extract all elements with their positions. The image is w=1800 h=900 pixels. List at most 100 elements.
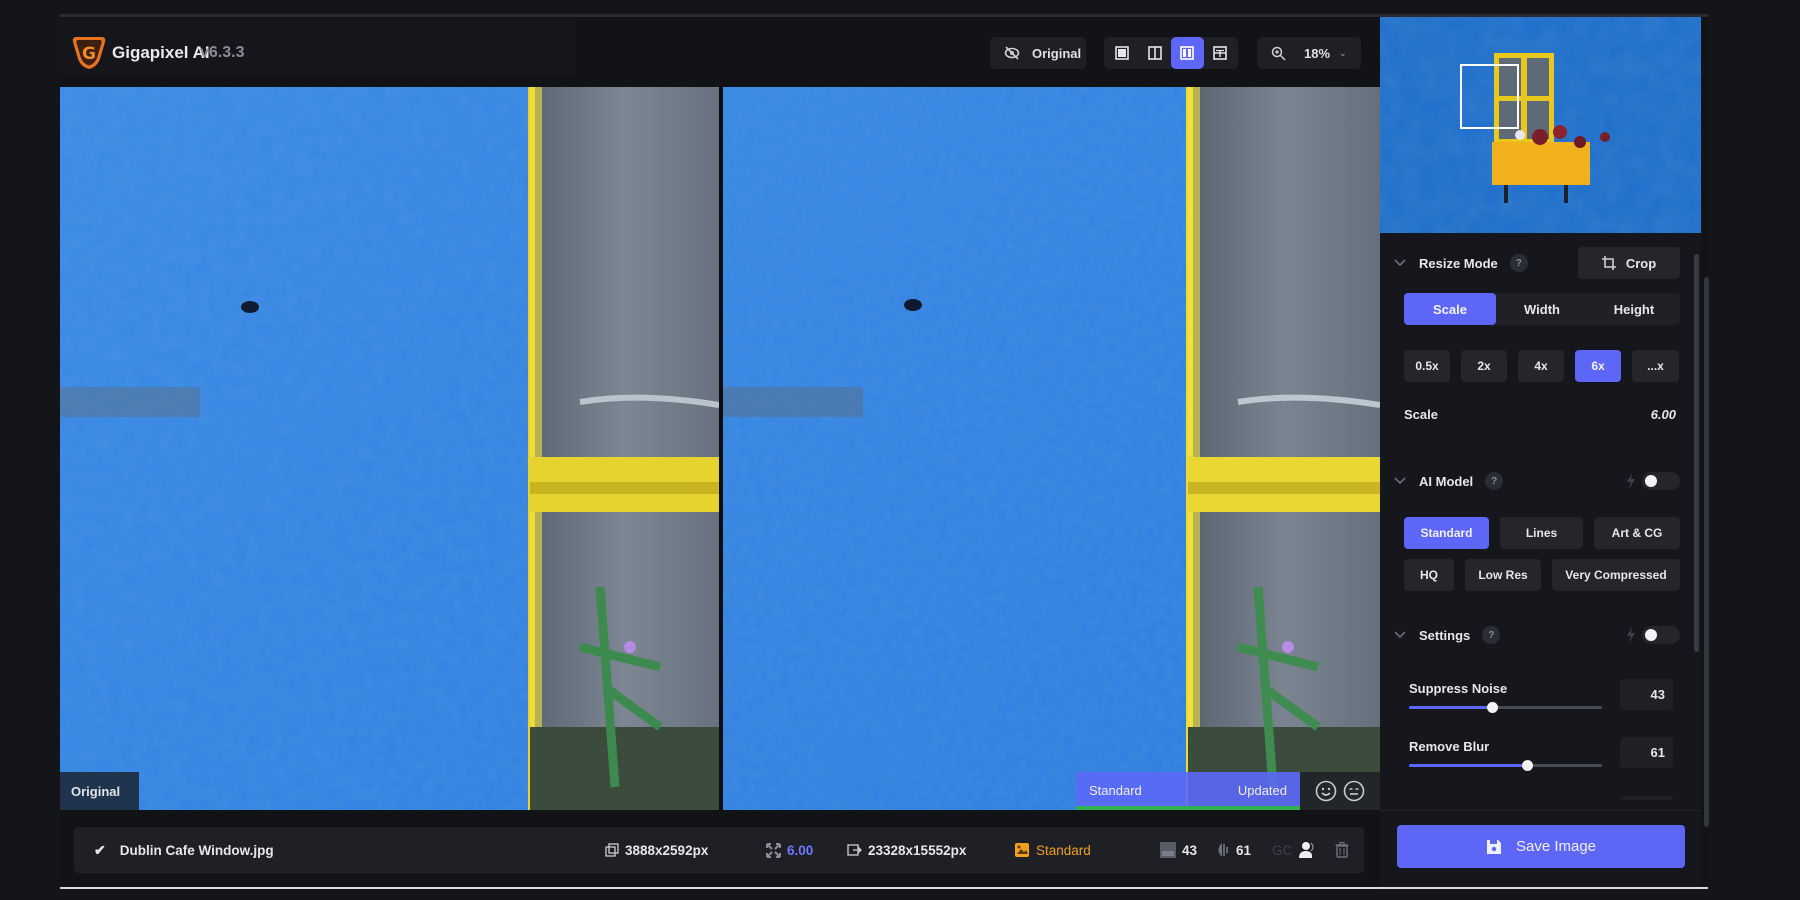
resize-mode-title: Resize Mode (1419, 255, 1498, 271)
original-label: Original (60, 772, 139, 810)
model-lines[interactable]: Lines (1500, 517, 1583, 549)
settings-title: Settings (1419, 627, 1471, 643)
preset-custom[interactable]: ...x (1632, 350, 1679, 382)
model-art-cg[interactable]: Art & CG (1594, 517, 1680, 549)
app-name: Gigapixel AI (112, 43, 210, 62)
svg-text:G: G (82, 44, 96, 64)
gigapixel-app: G Gigapixel AI v6.3.3 Original 18% ⌄ Ori… (60, 17, 1709, 890)
fix-compression-slider: Fix Compression 29 (1409, 796, 1673, 800)
output-size-icon (847, 844, 862, 856)
chevron-down-icon (1394, 475, 1406, 487)
slider-fill (1409, 764, 1527, 767)
image-model-icon (1015, 843, 1029, 857)
lightning-icon (1627, 627, 1635, 643)
file-item[interactable]: ✔ Dublin Cafe Window.jpg (94, 842, 274, 859)
floppy-disk-icon (1486, 839, 1501, 854)
lightning-icon (1627, 473, 1635, 489)
slider-thumb[interactable] (1521, 760, 1533, 771)
settings-auto-toggle[interactable] (1642, 626, 1680, 644)
scale-value[interactable]: 6.00 (1651, 407, 1676, 422)
side-by-side-icon (1180, 46, 1195, 60)
split-view-button[interactable] (1139, 37, 1172, 69)
tab-width[interactable]: Width (1496, 293, 1588, 325)
settings-auto (1626, 626, 1680, 644)
save-image-button[interactable]: Save Image (1397, 825, 1685, 868)
crop-icon (1601, 256, 1616, 270)
zoom-dropdown[interactable]: 18% ⌄ (1257, 37, 1361, 69)
model-status-state: Updated (1237, 782, 1287, 798)
original-image (60, 87, 719, 810)
input-size-icon (605, 843, 619, 857)
navigator-viewport-rect[interactable] (1460, 64, 1519, 129)
sidebar-scrollbar[interactable] (1694, 254, 1699, 652)
person-icon (1299, 842, 1314, 858)
suppress-noise-track[interactable] (1409, 702, 1602, 713)
resize-mode-tabs: Scale Width Height (1404, 293, 1680, 325)
blur-info: 61 (1214, 842, 1251, 858)
model-very-compressed[interactable]: Very Compressed (1552, 559, 1680, 591)
preset-6x[interactable]: 6x (1575, 350, 1621, 382)
scale-label: Scale (1404, 407, 1438, 422)
help-icon[interactable]: ? (1509, 254, 1528, 272)
preset-2x[interactable]: 2x (1461, 350, 1507, 382)
face-recovery-button[interactable] (1298, 841, 1316, 859)
preset-0-5x[interactable]: 0.5x (1404, 350, 1450, 382)
tab-scale[interactable]: Scale (1404, 293, 1496, 325)
suppress-noise-value[interactable]: 43 (1620, 679, 1673, 710)
show-original-toggle[interactable]: Original (990, 37, 1086, 69)
expand-icon (766, 842, 781, 858)
image-viewer[interactable]: Original Standard Updated (60, 87, 1380, 810)
noise-info: 43 (1160, 842, 1197, 858)
ai-model-auto-toggle[interactable] (1642, 472, 1680, 490)
blur-icon (1218, 843, 1228, 857)
remove-blur-track[interactable] (1409, 760, 1602, 771)
brand: G Gigapixel AI v6.3.3 (60, 17, 576, 75)
help-icon[interactable]: ? (1485, 472, 1504, 490)
model-hq[interactable]: HQ (1404, 559, 1454, 591)
ai-model-title: AI Model (1419, 473, 1474, 489)
resize-mode-header[interactable]: Resize Mode ? (1394, 251, 1528, 275)
delete-button[interactable] (1335, 842, 1349, 858)
enhanced-preview-panel[interactable]: Standard Updated (723, 87, 1380, 810)
input-size: 3888x2592px (605, 843, 708, 858)
model-low-res[interactable]: Low Res (1465, 559, 1541, 591)
noise-icon (1160, 842, 1176, 858)
single-view-button[interactable] (1106, 37, 1139, 69)
help-icon[interactable]: ? (1482, 626, 1501, 644)
ai-model-row-1: Standard Lines Art & CG (1404, 517, 1680, 549)
ai-model-header[interactable]: AI Model ? (1394, 469, 1504, 493)
neutral-face-icon[interactable] (1343, 780, 1365, 802)
fix-compression-value[interactable]: 29 (1620, 796, 1673, 800)
preset-4x[interactable]: 4x (1518, 350, 1564, 382)
file-info-bar[interactable]: ✔ Dublin Cafe Window.jpg 3888x2592px 6.0… (74, 827, 1364, 873)
side-by-side-view-button[interactable] (1171, 37, 1204, 69)
model-status-label: Standard (1089, 782, 1142, 798)
top-toolbar: G Gigapixel AI v6.3.3 Original 18% ⌄ (60, 17, 1380, 87)
model-standard[interactable]: Standard (1404, 517, 1489, 549)
scale-readout: Scale 6.00 (1404, 407, 1676, 422)
tab-height[interactable]: Height (1588, 293, 1680, 325)
checkmark-icon: ✔ (94, 841, 106, 858)
smile-face-icon[interactable] (1315, 780, 1337, 802)
slider-thumb[interactable] (1486, 702, 1498, 713)
original-toggle-label: Original (1032, 45, 1082, 61)
grid-view-button[interactable] (1204, 37, 1237, 69)
model-info: Standard (1014, 842, 1091, 858)
navigator-image (1380, 17, 1701, 233)
trash-icon (1335, 842, 1349, 858)
settings-header[interactable]: Settings ? (1394, 623, 1501, 647)
view-mode-group (1104, 37, 1238, 69)
navigator-thumbnail[interactable] (1380, 17, 1701, 233)
single-view-icon (1115, 46, 1130, 60)
window-scrollbar[interactable] (1704, 277, 1709, 827)
remove-blur-value[interactable]: 61 (1620, 737, 1673, 768)
slider-fill (1409, 706, 1492, 709)
file-name: Dublin Cafe Window.jpg (119, 842, 274, 858)
crop-button[interactable]: Crop (1578, 247, 1680, 279)
output-size: 23328x15552px (847, 843, 966, 858)
grid-view-icon (1212, 46, 1227, 60)
app-version: v6.3.3 (200, 44, 245, 61)
model-status-bar: Standard Updated (1076, 772, 1300, 810)
eye-off-icon (1004, 46, 1020, 60)
original-preview-panel[interactable]: Original (60, 87, 719, 810)
